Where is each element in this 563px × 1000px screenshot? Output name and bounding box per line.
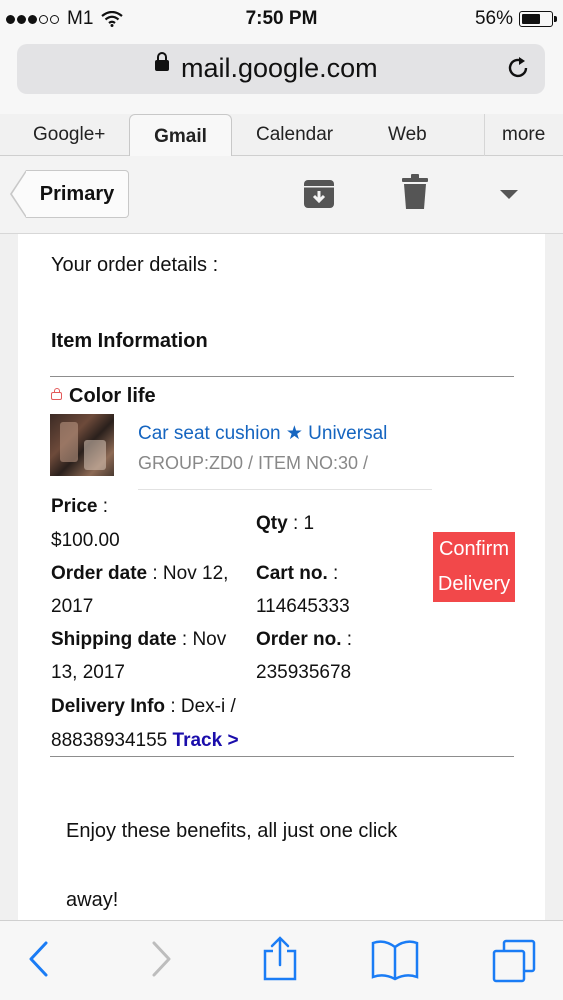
confirm-label: Confirm: [438, 538, 509, 560]
confirm-delivery-button[interactable]: Confirm Delivery: [433, 532, 515, 602]
order-no-label: Order no.: [256, 629, 342, 650]
item-name-link[interactable]: Car seat cushion ★ Universal: [138, 422, 387, 445]
price-separator: :: [97, 496, 109, 517]
order-date-year: 2017: [51, 596, 94, 617]
product-thumbnail[interactable]: [50, 414, 114, 476]
cart-no-label: Cart no.: [256, 563, 328, 584]
shipping-date-row: Shipping date : Nov: [51, 629, 226, 651]
qty-label: Qty: [256, 513, 288, 534]
tab-web[interactable]: Web: [388, 124, 427, 146]
bookmarks-icon[interactable]: [370, 939, 420, 981]
cart-no-row: Cart no. :: [256, 563, 338, 585]
shipping-date-value: : Nov: [176, 629, 227, 650]
lock-icon: [155, 52, 169, 71]
status-bar: M1 7:50 PM 56%: [0, 0, 563, 38]
price-row: Price :: [51, 496, 108, 518]
cart-no-separator: :: [327, 563, 339, 584]
tab-gmail[interactable]: Gmail: [129, 114, 232, 156]
price-label: Price: [51, 496, 98, 517]
order-details-intro: Your order details :: [51, 254, 219, 276]
tabs-icon[interactable]: [492, 939, 536, 983]
tab-separator: [484, 114, 485, 156]
browser-bottom-bar: [0, 920, 563, 1000]
price-value: $100.00: [51, 530, 120, 551]
shop-icon: [51, 388, 62, 400]
back-icon[interactable]: [26, 939, 50, 979]
tab-calendar[interactable]: Calendar: [256, 124, 333, 146]
reload-icon[interactable]: [505, 55, 531, 81]
order-date-label: Order date: [51, 563, 148, 584]
email-body-area: Your order details : Item Information Co…: [0, 234, 563, 920]
track-link[interactable]: Track >: [173, 730, 239, 751]
shop-name[interactable]: Color life: [69, 385, 156, 408]
battery-percentage: 56%: [474, 8, 513, 29]
delivery-info-row: Delivery Info : Dex-i /: [51, 696, 236, 718]
cart-no-value: 114645333: [256, 596, 350, 617]
mail-toolbar: Primary: [0, 156, 563, 234]
item-divider: [138, 489, 432, 490]
delivery-info-value: : Dex-i /: [165, 696, 236, 717]
qty-row: Qty : 1: [256, 513, 314, 535]
forward-icon[interactable]: [150, 939, 174, 979]
delivery-label: Delivery: [437, 573, 511, 595]
tracking-row: 88838934155 Track >: [51, 730, 239, 752]
order-date-row: Order date : Nov 12,: [51, 563, 228, 585]
order-no-value: 235935678: [256, 662, 352, 683]
url-text[interactable]: mail.google.com: [181, 53, 378, 84]
tab-google-plus[interactable]: Google+: [33, 124, 105, 146]
trash-icon[interactable]: [402, 174, 428, 210]
item-meta: GROUP:ZD0 / ITEM NO:30 /: [138, 453, 369, 473]
archive-icon[interactable]: [303, 178, 335, 210]
tab-more[interactable]: more: [502, 124, 545, 146]
delivery-info-label: Delivery Info: [51, 696, 166, 717]
order-no-row: Order no. :: [256, 629, 352, 651]
primary-button-label: Primary: [26, 170, 129, 218]
share-icon[interactable]: [262, 935, 298, 981]
details-divider: [50, 756, 514, 757]
shipping-date-label: Shipping date: [51, 629, 177, 650]
dropdown-arrow-icon[interactable]: [500, 190, 518, 199]
address-bar-area: mail.google.com: [0, 38, 563, 114]
benefits-text-line2: away!: [66, 889, 119, 911]
item-information-heading: Item Information: [51, 330, 208, 352]
qty-value: : 1: [287, 513, 315, 534]
google-apps-tabs: Google+ Gmail Calendar Web more: [0, 114, 563, 156]
battery-status: 56%: [474, 8, 557, 30]
tracking-number: 88838934155: [51, 730, 168, 751]
benefits-text-line1: Enjoy these benefits, all just one click: [66, 820, 398, 842]
order-date-value: : Nov 12,: [147, 563, 229, 584]
address-bar[interactable]: mail.google.com: [17, 44, 545, 94]
battery-icon: [519, 11, 557, 27]
shipping-date-rest: 13, 2017: [51, 662, 125, 683]
email-card: Your order details : Item Information Co…: [18, 234, 545, 920]
order-no-separator: :: [341, 629, 353, 650]
section-divider: [50, 376, 514, 377]
